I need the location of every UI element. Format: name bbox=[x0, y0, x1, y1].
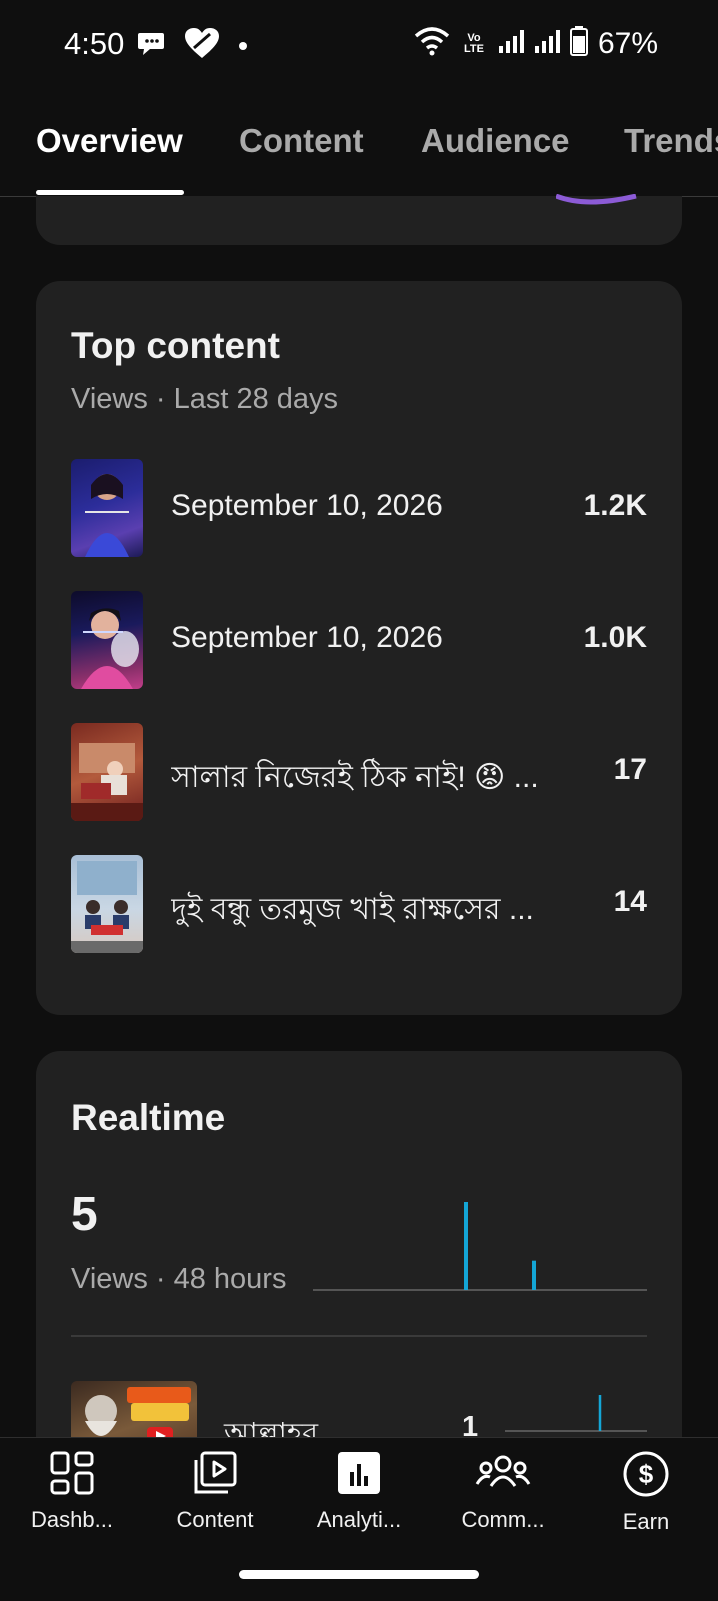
top-content-item-views: 17 bbox=[613, 753, 647, 786]
nav-earn-label: Earn bbox=[622, 1509, 670, 1534]
video-thumbnail bbox=[71, 459, 143, 557]
nav-dashboard[interactable]: Dashb... bbox=[7, 1450, 137, 1533]
top-content-item-title: September 10, 2026 bbox=[171, 621, 443, 654]
top-content-item-views: 1.0K bbox=[583, 621, 647, 654]
battery-icon bbox=[569, 26, 588, 61]
top-content-row[interactable]: দুই বন্ধু তরমুজ খাই রাক্ষসের ... 14 bbox=[71, 855, 647, 953]
realtime-title: Realtime bbox=[71, 1097, 226, 1138]
video-thumbnail bbox=[71, 591, 143, 689]
dashboard-icon bbox=[49, 1451, 95, 1500]
active-tab-indicator bbox=[36, 190, 184, 195]
nav-content-label: Content bbox=[176, 1507, 254, 1532]
content-icon bbox=[192, 1451, 238, 1500]
signal-strength-icon-1 bbox=[498, 28, 524, 59]
top-content-item-views: 1.2K bbox=[583, 489, 647, 522]
top-content-item-title: সালার নিজেরই ঠিক নাই! 😡 ... bbox=[171, 761, 539, 794]
video-thumbnail bbox=[71, 855, 143, 953]
analytics-icon bbox=[336, 1452, 382, 1500]
top-content-item-title: September 10, 2026 bbox=[171, 489, 443, 522]
nav-analytics[interactable]: Analyti... bbox=[294, 1450, 424, 1533]
analytics-tabs: Overview Content Audience Trends bbox=[0, 92, 718, 197]
nav-community-label: Comm... bbox=[461, 1507, 545, 1532]
chat-bubble-icon bbox=[136, 30, 166, 63]
top-content-title: Top content bbox=[71, 325, 280, 366]
top-content-row[interactable]: September 10, 2026 1.2K bbox=[71, 459, 647, 557]
nav-dashboard-label: Dashb... bbox=[31, 1507, 113, 1532]
signal-strength-icon-2 bbox=[534, 28, 560, 59]
top-content-item-views: 14 bbox=[613, 885, 647, 918]
realtime-item-sparkline bbox=[505, 1395, 647, 1432]
realtime-views-count: 5 bbox=[71, 1188, 98, 1241]
tab-audience[interactable]: Audience bbox=[421, 122, 570, 160]
nav-analytics-label: Analyti... bbox=[316, 1507, 402, 1532]
home-gesture-bar[interactable] bbox=[239, 1570, 479, 1579]
previous-card bbox=[36, 194, 682, 245]
realtime-divider bbox=[71, 1335, 647, 1337]
top-content-card: Top content Views · Last 28 days Septemb… bbox=[36, 281, 682, 1015]
community-icon bbox=[475, 1455, 531, 1500]
realtime-chart bbox=[313, 1202, 647, 1291]
nav-community[interactable]: Comm... bbox=[438, 1450, 568, 1533]
volte-indicator: Vo LTE bbox=[463, 31, 484, 55]
wifi-icon bbox=[414, 26, 450, 61]
tab-content[interactable]: Content bbox=[239, 122, 364, 160]
tab-overview[interactable]: Overview bbox=[36, 122, 183, 160]
top-content-row[interactable]: September 10, 2026 1.0K bbox=[71, 591, 647, 689]
top-content-item-title: দুই বন্ধু তরমুজ খাই রাক্ষসের ... bbox=[171, 893, 534, 926]
video-thumbnail bbox=[71, 723, 143, 821]
top-content-subtitle: Views · Last 28 days bbox=[71, 383, 339, 415]
status-time: 4:50 bbox=[64, 26, 125, 61]
svg-text:$: $ bbox=[639, 1459, 654, 1489]
earn-icon: $ bbox=[622, 1451, 670, 1502]
notification-dot-icon bbox=[238, 38, 248, 56]
nav-content[interactable]: Content bbox=[150, 1450, 280, 1533]
chart-remnant bbox=[556, 194, 637, 205]
battery-percentage: 67% bbox=[597, 26, 658, 60]
status-right-icons: Vo LTE 67% bbox=[414, 26, 658, 61]
heart-app-icon bbox=[184, 28, 220, 65]
top-content-row[interactable]: সালার নিজেরই ঠিক নাই! 😡 ... 17 bbox=[71, 723, 647, 821]
status-bar: 4:50 Vo LTE 67% bbox=[0, 0, 718, 92]
tab-trends[interactable]: Trends bbox=[624, 122, 718, 160]
nav-earn[interactable]: $ Earn bbox=[581, 1450, 711, 1535]
realtime-subtitle: Views · 48 hours bbox=[71, 1263, 287, 1295]
status-left-icons bbox=[136, 28, 248, 65]
realtime-card: Realtime 5 Views · 48 hours আল্লাহর... 1 bbox=[36, 1051, 682, 1471]
